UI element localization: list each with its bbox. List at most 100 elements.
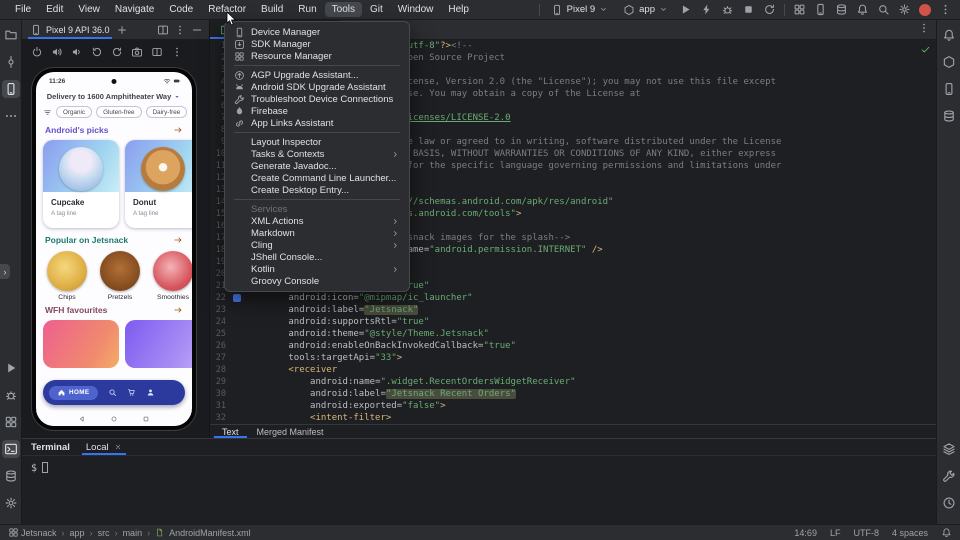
line-number[interactable]: 29 — [210, 376, 226, 388]
menu-edit[interactable]: Edit — [39, 2, 70, 17]
user-avatar[interactable] — [919, 4, 931, 16]
menu-tools[interactable]: Tools — [325, 2, 362, 17]
menu-item-android-sdk-upgrade-assistant[interactable]: Android SDK Upgrade Assistant — [225, 81, 409, 93]
nav-cart-button[interactable] — [127, 388, 136, 397]
caret-position[interactable]: 14:69 — [794, 528, 817, 538]
arrow-right-icon[interactable] — [173, 125, 183, 135]
breadcrumb-item[interactable]: main — [123, 528, 143, 538]
line-separator[interactable]: LF — [830, 528, 841, 538]
grid-tool-button[interactable] — [2, 413, 20, 431]
add-device-button[interactable] — [116, 24, 128, 36]
indent-setting[interactable]: 4 spaces — [892, 528, 928, 538]
nav-search-button[interactable] — [108, 388, 117, 397]
terminal-tool-button[interactable] — [2, 440, 20, 458]
line-number[interactable]: 30 — [210, 388, 226, 400]
menu-item-sdk-manager[interactable]: SDK Manager — [225, 38, 409, 50]
play-button[interactable] — [679, 3, 692, 16]
emulator-screen[interactable]: 11:26 Delivery to 1600 Amphitheater Way … — [36, 72, 192, 426]
menu-run[interactable]: Run — [291, 2, 323, 17]
line-number[interactable]: 31 — [210, 400, 226, 412]
rotate-right-button[interactable] — [111, 46, 123, 58]
volume-down-button[interactable] — [71, 46, 83, 58]
menu-item-app-links-assistant[interactable]: App Links Assistant — [225, 117, 409, 129]
code-line[interactable]: android:exported="false"> — [245, 400, 936, 412]
stop-button[interactable] — [742, 3, 755, 16]
code-line[interactable]: android:name=".widget.RecentOrdersWidget… — [245, 376, 936, 388]
device-selector[interactable]: Pixel 9 — [547, 3, 613, 17]
nav-profile-button[interactable] — [146, 388, 155, 397]
code-line[interactable]: android:label="Jetsnack" — [245, 304, 936, 316]
android-recents-button[interactable] — [142, 415, 150, 423]
filter-chip-gluten-free[interactable]: Gluten-free — [96, 106, 142, 118]
menu-git[interactable]: Git — [363, 2, 390, 17]
hide-panel-button[interactable] — [191, 24, 203, 36]
more-h-tool-button[interactable] — [2, 107, 20, 125]
menu-item-cling[interactable]: Cling — [225, 239, 409, 251]
menu-help[interactable]: Help — [441, 2, 476, 17]
menu-item-xml-actions[interactable]: XML Actions — [225, 215, 409, 227]
filter-icon[interactable] — [43, 108, 52, 117]
android-back-button[interactable] — [78, 415, 86, 423]
line-number[interactable]: 32 — [210, 412, 226, 424]
bug-tool-button[interactable] — [2, 386, 20, 404]
menu-refactor[interactable]: Refactor — [201, 2, 253, 17]
code-line[interactable]: <receiver — [245, 364, 936, 376]
menu-item-device-manager[interactable]: Device Manager — [225, 26, 409, 38]
menu-item-troubleshoot-device-connections[interactable]: Troubleshoot Device Connections — [225, 93, 409, 105]
manifest-view-tab-merged-manifest[interactable]: Merged Manifest — [249, 425, 332, 438]
code-line[interactable]: <intent-filter> — [245, 412, 936, 424]
breadcrumb-item[interactable]: Jetsnack — [21, 528, 57, 538]
snack-card-donut[interactable]: DonutA tag line — [125, 140, 192, 228]
hexagon-tool-button[interactable] — [940, 53, 958, 71]
line-number[interactable]: 27 — [210, 352, 226, 364]
menu-item-markdown[interactable]: Markdown — [225, 227, 409, 239]
filter-chip-organic[interactable]: Organic — [56, 106, 92, 118]
wfh-card[interactable] — [125, 320, 192, 368]
code-line[interactable]: android:theme="@style/Theme.Jetsnack" — [245, 328, 936, 340]
restart-button[interactable] — [763, 3, 776, 16]
code-line[interactable]: android:enableOnBackInvokedCallback="tru… — [245, 340, 936, 352]
menu-item-firebase[interactable]: Firebase — [225, 105, 409, 117]
search-button[interactable] — [877, 3, 890, 16]
menu-item-groovy-console[interactable]: Groovy Console — [225, 275, 409, 287]
menu-item-jshell-console[interactable]: JShell Console... — [225, 251, 409, 263]
snack-card-cupcake[interactable]: CupcakeA tag line — [43, 140, 119, 228]
nav-home-button[interactable]: HOME — [49, 386, 98, 400]
menu-file[interactable]: File — [8, 2, 38, 17]
folder-tool-button[interactable] — [2, 26, 20, 44]
manifest-view-tab-text[interactable]: Text — [214, 425, 247, 438]
more-v-button[interactable] — [939, 3, 952, 16]
menu-code[interactable]: Code — [162, 2, 200, 17]
terminal-tab-local[interactable]: Local — [82, 439, 126, 455]
phone-tool-button[interactable] — [940, 80, 958, 98]
bell-tool-button[interactable] — [940, 26, 958, 44]
commit-tool-button[interactable] — [2, 53, 20, 71]
phone-tool-button[interactable] — [2, 80, 20, 98]
menu-item-agp-upgrade-assistant[interactable]: AGP Upgrade Assistant... — [225, 69, 409, 81]
wfh-card[interactable] — [43, 320, 119, 368]
delivery-address-selector[interactable]: Delivery to 1600 Amphitheater Way — [36, 92, 192, 101]
line-number[interactable]: 26 — [210, 340, 226, 352]
layers-tool-button[interactable] — [940, 440, 958, 458]
android-home-button[interactable] — [110, 415, 118, 423]
breadcrumb-item[interactable]: AndroidManifest.xml — [169, 528, 251, 538]
arrow-right-icon[interactable] — [173, 305, 183, 315]
line-number[interactable]: 23 — [210, 304, 226, 316]
terminal-body[interactable]: $ — [22, 456, 936, 480]
bolt-button[interactable] — [700, 3, 713, 16]
popular-snack-smoothies[interactable]: Smoothies — [151, 251, 192, 301]
panel-options-button[interactable] — [174, 24, 186, 36]
database-tool-button[interactable] — [940, 107, 958, 125]
code-line[interactable]: android:label="Jetsnack Recent Orders" — [245, 388, 936, 400]
filter-chip-dairy-free[interactable]: Dairy-free — [146, 106, 188, 118]
bug-button[interactable] — [721, 3, 734, 16]
breadcrumb-item[interactable]: src — [98, 528, 110, 538]
stripe-expander[interactable]: › — [0, 264, 10, 279]
menu-item-create-command-line-launcher[interactable]: Create Command Line Launcher... — [225, 172, 409, 184]
bell-button[interactable] — [856, 3, 869, 16]
rotate-left-button[interactable] — [91, 46, 103, 58]
more-v-button[interactable] — [171, 46, 183, 58]
database-button[interactable] — [835, 3, 848, 16]
device-tab[interactable]: Pixel 9 API 36.0 — [28, 20, 112, 39]
menu-item-create-desktop-entry[interactable]: Create Desktop Entry... — [225, 184, 409, 196]
